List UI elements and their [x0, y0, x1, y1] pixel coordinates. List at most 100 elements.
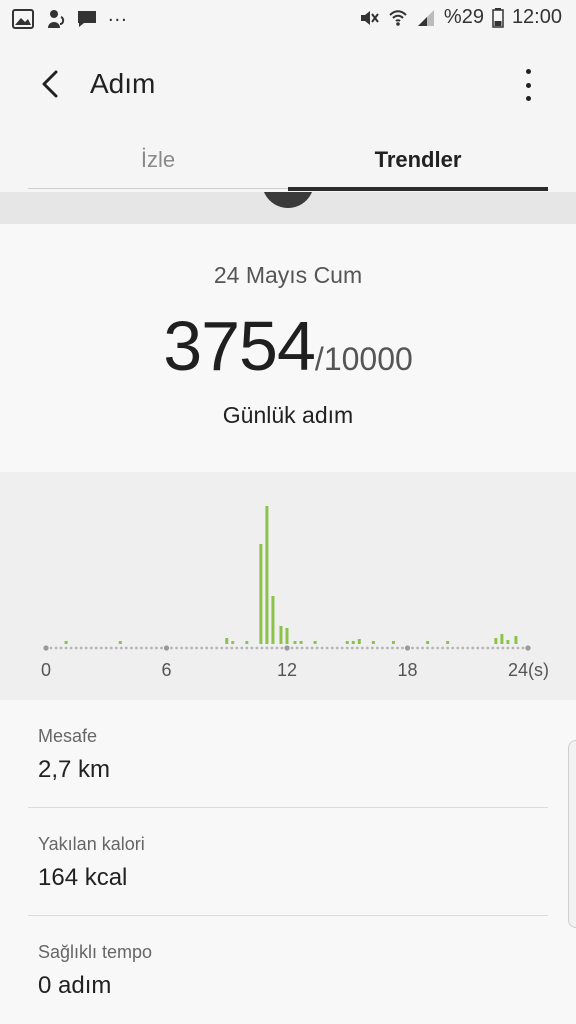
axis-dot: [119, 646, 123, 650]
axis-dot: [516, 646, 520, 650]
steps-caption: Günlük adım: [222, 402, 354, 428]
axis-dot: [421, 646, 424, 650]
chart-bar: [118, 641, 122, 644]
axis-dot: [320, 646, 324, 650]
axis-dot: [235, 646, 239, 650]
axis-dot: [501, 646, 505, 650]
axis-dot: [446, 646, 450, 650]
axis-dot: [275, 646, 279, 650]
axis-major-dot: [43, 645, 49, 651]
axis-dot: [245, 646, 249, 650]
axis-dot: [210, 646, 214, 650]
tab-izle[interactable]: İzle: [28, 130, 288, 190]
more-notifications: ...: [108, 3, 128, 26]
stat-healthy-pace: Sağlıklı tempo 0 adım: [28, 916, 548, 1024]
axis-dot: [170, 646, 173, 650]
axis-dot: [386, 646, 389, 650]
axis-dot: [74, 646, 78, 650]
axis-dot: [134, 646, 138, 650]
axis-dot: [375, 646, 379, 650]
steps-value: 3754: [163, 307, 316, 385]
axis-dot: [330, 646, 334, 650]
axis-dot: [335, 646, 339, 650]
axis-dot: [225, 646, 229, 650]
axis-dot: [104, 646, 108, 650]
chart-bar: [313, 641, 317, 644]
axis-dot: [124, 646, 128, 650]
chart-bar: [271, 596, 275, 644]
x-tick-label: 18: [397, 660, 417, 680]
page-title: Adım: [90, 68, 156, 99]
axis-dot: [109, 646, 113, 650]
axis-dot: [230, 646, 234, 650]
axis-dot: [175, 646, 178, 650]
axis-dot: [69, 646, 73, 650]
axis-dot: [265, 646, 269, 650]
axis-dot: [431, 646, 435, 650]
chart-bar: [494, 638, 498, 644]
app-bar: Adım: [0, 40, 576, 130]
chart-bar: [293, 641, 297, 644]
hourly-steps-chart: 0 6 12 18 24(s): [0, 472, 576, 700]
axis-major-dot: [163, 645, 170, 651]
axis-dot: [79, 646, 83, 650]
stat-label: Sağlıklı tempo: [38, 942, 153, 962]
axis-dot: [511, 646, 515, 650]
axis-dot: [416, 646, 419, 650]
chart-bar: [500, 634, 504, 644]
axis-dot: [215, 646, 219, 650]
stat-label: Yakılan kalori: [38, 834, 145, 854]
axis-dot: [84, 646, 88, 650]
axis-dot: [466, 646, 470, 650]
axis-dot: [129, 646, 133, 650]
chart-bar: [225, 638, 229, 644]
axis-dot: [54, 646, 58, 650]
axis-dot: [190, 646, 194, 650]
axis-dot: [305, 646, 309, 650]
stats-list: Mesafe 2,7 km Yakılan kalori 164 kcal Sa…: [0, 700, 576, 1024]
status-bar: ... %29 12:00: [0, 0, 576, 40]
stat-label: Mesafe: [38, 726, 98, 746]
axis-dot: [300, 646, 304, 650]
chart-bar: [351, 641, 355, 644]
axis-major-dot: [525, 645, 531, 651]
axis-dot: [325, 646, 329, 650]
x-tick-label: 6: [161, 660, 171, 680]
axis-dot: [64, 646, 68, 650]
tab-bar: İzle Trendler: [28, 130, 548, 192]
axis-dot: [441, 646, 445, 650]
signal-icon: [417, 9, 434, 26]
more-options-button[interactable]: [516, 66, 540, 104]
axis-dot: [491, 646, 495, 650]
message-icon: [78, 11, 96, 27]
back-button[interactable]: [30, 64, 70, 104]
axis-dot: [139, 646, 143, 650]
date-strip[interactable]: [0, 192, 576, 224]
axis-dot: [205, 646, 209, 650]
axis-dot: [411, 646, 414, 650]
battery-percent: %29: [443, 6, 484, 28]
x-tick-label: 0: [41, 660, 51, 680]
axis-dot: [280, 646, 284, 650]
axis-dot: [240, 646, 244, 650]
cat-icon: [48, 10, 65, 28]
axis-dot: [255, 646, 259, 650]
axis-major-dot: [404, 645, 411, 651]
chart-bar: [279, 626, 283, 644]
battery-icon: [492, 7, 504, 28]
axis-dot: [94, 646, 98, 650]
tab-trendler[interactable]: Trendler: [288, 130, 548, 190]
tab-active-indicator: [288, 187, 548, 191]
axis-dot: [49, 646, 53, 650]
axis-dot: [250, 646, 254, 650]
axis-dot: [180, 646, 183, 650]
axis-dot: [145, 646, 148, 650]
axis-dot: [270, 646, 274, 650]
chart-bar: [357, 639, 361, 644]
steps-summary: 24 Mayıs Cum 3754/10000 Günlük adım: [0, 224, 576, 472]
axis-dot: [350, 646, 354, 650]
axis-dot: [345, 646, 349, 650]
scroll-handle[interactable]: [568, 740, 576, 928]
chart-bar: [514, 636, 518, 644]
axis-dot: [114, 646, 118, 650]
